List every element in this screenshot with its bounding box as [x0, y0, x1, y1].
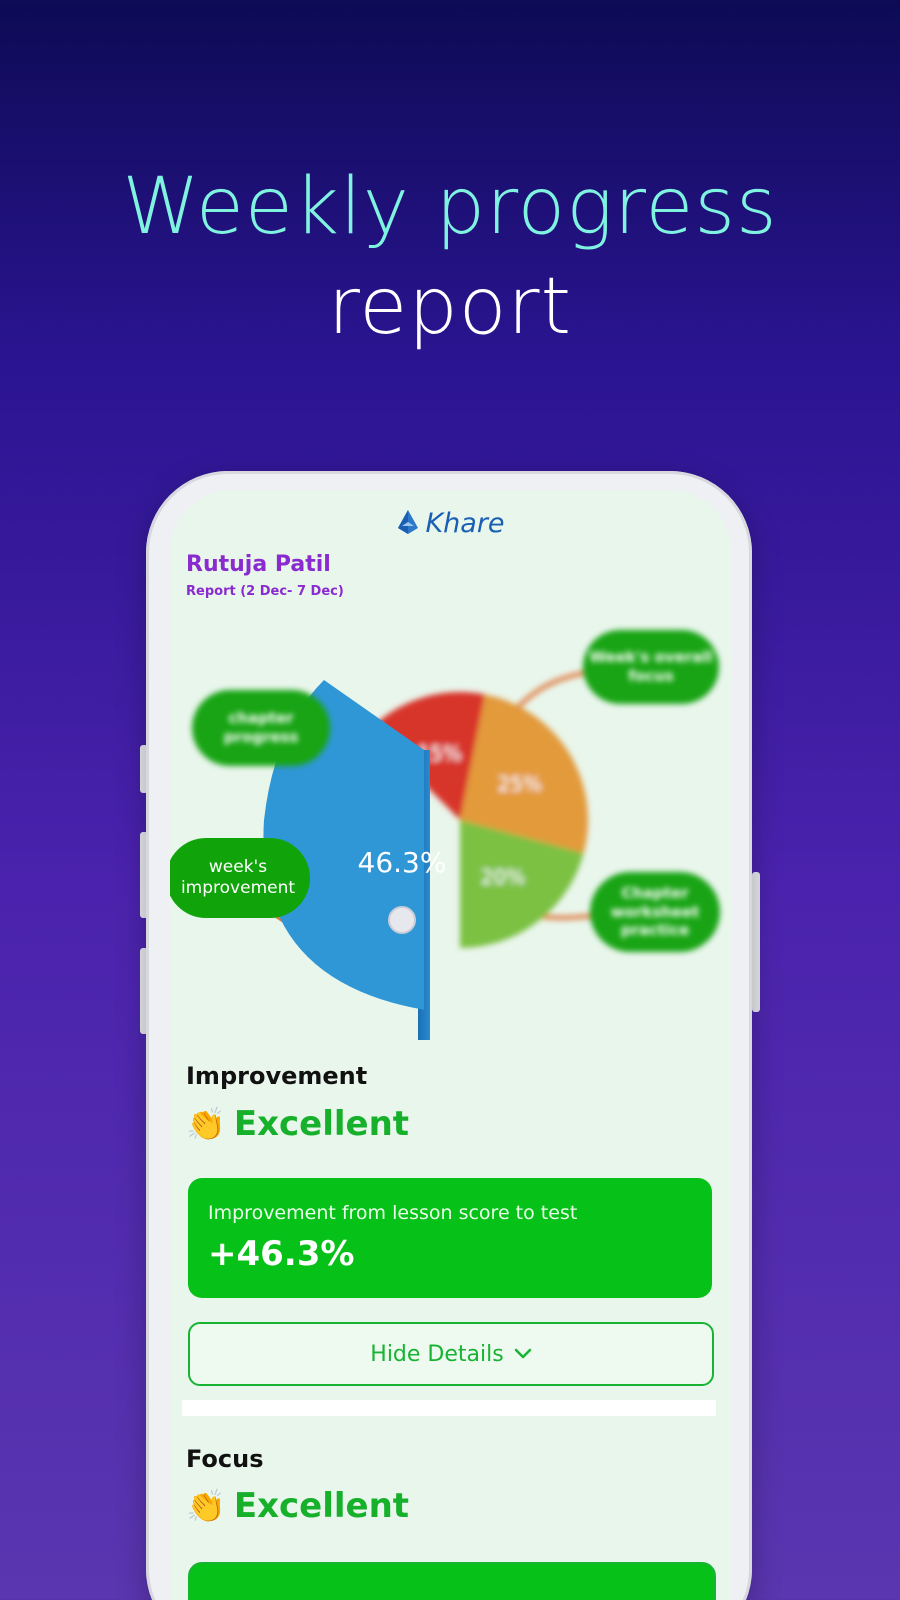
student-name: Rutuja Patil	[186, 552, 331, 577]
pie-slice-label-1: 25%	[498, 772, 542, 796]
phone-power-button	[752, 872, 760, 1012]
report-date-range: Report (2 Dec- 7 Dec)	[186, 584, 344, 599]
callout-week-improvement-label: week's improvement	[180, 856, 296, 898]
improvement-rating: 👏 Excellent	[186, 1104, 409, 1144]
weekly-pie-chart: 15% 25% 20% 46.3% chapter progress Week's …	[170, 620, 732, 1040]
pie-slice-label-2: 20%	[481, 865, 525, 889]
app-screen: Khare Rutuja Patil Report (2 Dec- 7 Dec)…	[170, 490, 732, 1600]
promo-headline-line1: Weekly progress	[122, 162, 778, 252]
hide-details-label: Hide Details	[370, 1341, 504, 1367]
improvement-rating-text: Excellent	[233, 1104, 410, 1144]
slice-label-highlight: 46.3%	[358, 846, 447, 879]
callout-worksheet-practice: Chapter worksheet practice	[590, 872, 720, 952]
improvement-metric-card: Improvement from lesson score to test +4…	[188, 1178, 712, 1298]
callout-chapter-progress-label: chapter progress	[223, 709, 299, 746]
focus-rating: 👏 Excellent	[186, 1486, 409, 1526]
promo-headline-line2: report	[327, 262, 573, 352]
highlight-slice-marker	[388, 906, 416, 934]
callout-week-focus-label: Week's overall focus	[589, 648, 713, 685]
improvement-metric-label: Improvement from lesson score to test	[208, 1202, 578, 1224]
improvement-metric-value: +46.3%	[208, 1234, 355, 1274]
callout-worksheet-practice-label: Chapter worksheet practice	[610, 883, 700, 940]
focus-rating-text: Excellent	[233, 1486, 410, 1526]
focus-section-title: Focus	[186, 1445, 264, 1473]
khare-logo-icon	[398, 510, 419, 534]
app-brand: Khare	[170, 508, 732, 539]
section-divider	[182, 1400, 716, 1416]
brand-name: Khare	[425, 508, 505, 539]
clapping-hands-icon: 👏	[186, 1487, 226, 1525]
callout-chapter-progress: chapter progress	[192, 690, 330, 766]
chevron-down-icon	[514, 1348, 531, 1359]
clapping-hands-icon: 👏	[186, 1105, 226, 1143]
callout-week-focus: Week's overall focus	[583, 630, 719, 704]
improvement-section-title: Improvement	[186, 1062, 368, 1090]
callout-week-improvement: week's improvement	[170, 838, 310, 918]
focus-metric-card	[188, 1562, 716, 1600]
hide-details-button[interactable]: Hide Details	[188, 1322, 714, 1386]
